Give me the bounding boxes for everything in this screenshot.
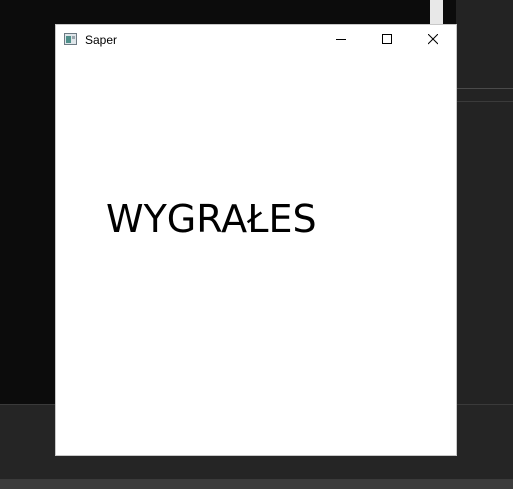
saper-window: Saper WYGRAŁES xyxy=(56,25,456,455)
background-divider xyxy=(456,101,513,102)
minesweeper-app-icon[interactable] xyxy=(64,33,77,45)
background-divider xyxy=(456,88,513,89)
minimize-button[interactable] xyxy=(318,25,364,55)
title-bar[interactable]: Saper xyxy=(56,25,456,55)
maximize-button[interactable] xyxy=(364,25,410,55)
desktop: Saper WYGRAŁES xyxy=(0,0,513,489)
taskbar xyxy=(0,479,513,489)
window-title: Saper xyxy=(85,33,118,47)
game-area: WYGRAŁES xyxy=(56,55,456,455)
minimize-icon xyxy=(336,39,346,40)
win-message: WYGRAŁES xyxy=(106,197,317,241)
background-scrollbar-thumb[interactable] xyxy=(430,0,443,24)
close-button[interactable] xyxy=(410,25,456,55)
close-icon xyxy=(428,34,438,45)
maximize-icon xyxy=(382,34,392,44)
